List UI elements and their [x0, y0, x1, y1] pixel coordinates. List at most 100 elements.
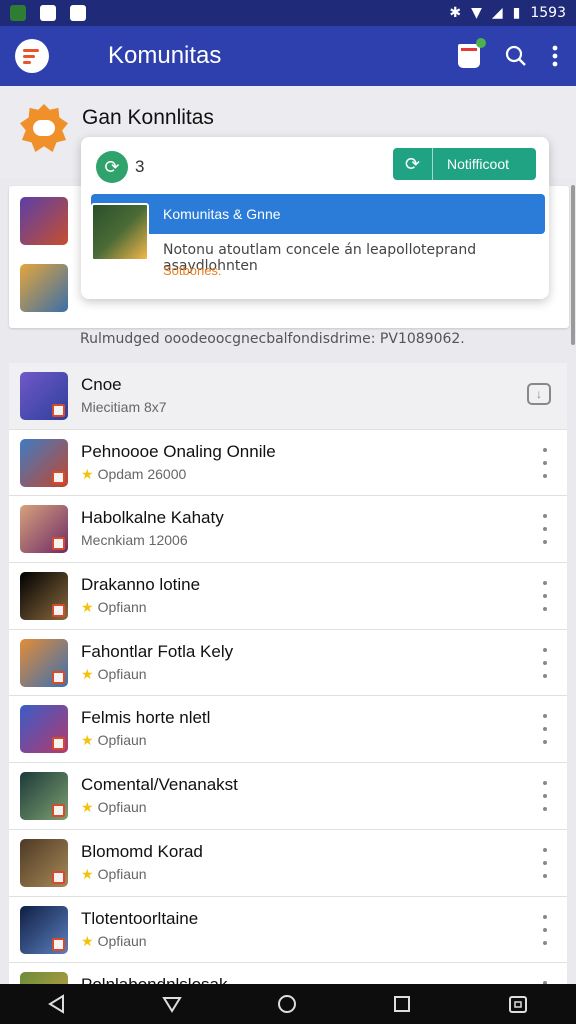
status-left	[10, 5, 86, 21]
status-right: ✱ ▼ ◢ ▮ 1593	[449, 5, 566, 21]
star-icon: ★	[81, 599, 94, 616]
app-logo-icon[interactable]	[15, 39, 49, 73]
back-icon[interactable]	[47, 994, 67, 1014]
star-icon: ★	[81, 932, 94, 949]
list-item-subtitle: ★ Opfiaun	[81, 799, 147, 816]
more-vert-icon[interactable]	[541, 647, 549, 678]
shop-icon[interactable]	[458, 38, 486, 68]
list-item-subtitle-text: Miecitiam 8x7	[81, 399, 167, 415]
list-item-subtitle: ★ Opfiaun	[81, 933, 147, 950]
app-notification-icon	[10, 5, 26, 21]
notification-button[interactable]: ⟳ Notifficoot	[393, 148, 536, 180]
list-item-subtitle-text: Opfiann	[97, 599, 147, 616]
star-icon: ★	[81, 865, 94, 882]
list-item-subtitle-text: Mecnkiam 12006	[81, 532, 188, 549]
more-vert-icon[interactable]	[541, 514, 549, 545]
game-thumbnail[interactable]	[20, 572, 68, 621]
more-vert-icon[interactable]	[541, 714, 549, 745]
more-vert-icon[interactable]	[541, 847, 549, 878]
game-thumbnail[interactable]	[20, 264, 68, 312]
game-thumbnail[interactable]	[20, 372, 68, 420]
app-bar: Komunitas	[0, 26, 576, 86]
star-icon: ★	[81, 799, 94, 816]
list-item-title: Comental/Venanakst	[81, 775, 238, 795]
list-item-title: Drakanno lotine	[81, 575, 201, 595]
list-item-subtitle-text: Opfiaun	[97, 799, 147, 816]
list-item-title: Pehnoooe Onaling Onnile	[81, 441, 276, 461]
community-popup: ⟳ 3 ⟳ Notifficoot Komunitas & Gnne Noton…	[81, 137, 549, 299]
more-vert-icon[interactable]	[541, 581, 549, 612]
popup-selected-row[interactable]: Komunitas & Gnne	[91, 194, 545, 234]
star-icon: ★	[81, 665, 94, 682]
game-thumbnail[interactable]	[20, 505, 68, 554]
download-icon[interactable]: ↓	[527, 383, 551, 405]
list-item[interactable]: Cnoe Miecitiam 8x7 ↓	[9, 363, 567, 430]
game-thumbnail[interactable]	[20, 197, 68, 245]
popup-avatar	[91, 203, 149, 261]
list-item[interactable]: Pehnoooe Onaling Onnile ★ Opdam 26000	[9, 429, 567, 497]
list-item[interactable]: Tlotentoorltaine ★ Opfiaun	[9, 896, 567, 964]
list-item[interactable]: Felmis horte nletl ★ Opfiaun	[9, 696, 567, 764]
wifi-icon: ▼	[471, 5, 482, 21]
list-item[interactable]: Comental/Venanakst ★ Opfiaun	[9, 763, 567, 830]
home-icon[interactable]	[276, 993, 298, 1015]
more-vert-icon[interactable]	[541, 447, 549, 478]
app-notification-icon	[40, 5, 56, 21]
game-thumbnail[interactable]	[20, 638, 68, 687]
list-item-title: Felmis horte nletl	[81, 708, 211, 728]
more-vert-icon[interactable]	[541, 914, 549, 945]
more-vert-icon[interactable]	[541, 781, 549, 812]
list-item[interactable]: Fahontlar Fotla Kely ★ Opfiaun	[9, 629, 567, 697]
scrollbar[interactable]	[571, 185, 575, 345]
popup-row-label: Komunitas & Gnne	[163, 206, 281, 222]
list-item-title: Tlotentoorltaine	[81, 908, 199, 928]
app-bar-actions	[458, 38, 558, 68]
recents-icon[interactable]	[392, 994, 412, 1014]
list-item-title: Fahontlar Fotla Kely	[81, 641, 234, 661]
member-note: Rulmudged ooodeoocgnecbalfondisdrime: PV…	[80, 331, 465, 347]
game-thumbnail[interactable]	[20, 705, 68, 754]
game-thumbnail[interactable]	[20, 772, 68, 821]
bluetooth-icon: ✱	[449, 5, 462, 21]
group-avatar[interactable]	[20, 104, 68, 152]
more-vert-icon[interactable]	[552, 45, 558, 67]
status-time: 1593	[530, 5, 566, 21]
list-item-subtitle: ★ Opdam 26000	[81, 466, 186, 483]
list-item-subtitle: Miecitiam 8x7	[81, 399, 167, 415]
list-item-subtitle: ★ Opfiaun	[81, 866, 147, 883]
app-notification-icon	[70, 5, 86, 21]
popup-link[interactable]: Sotbones:	[163, 263, 222, 278]
list-item-title: Blomomd Korad	[81, 841, 203, 861]
down-icon[interactable]	[161, 994, 182, 1014]
search-icon[interactable]	[504, 44, 528, 68]
list-item-subtitle: Mecnkiam 12006	[81, 532, 188, 548]
game-thumbnail[interactable]	[20, 838, 68, 887]
list-item-subtitle: ★ Opfiaun	[81, 732, 147, 749]
list-item-subtitle-text: Opfiaun	[97, 932, 147, 949]
game-list: Cnoe Miecitiam 8x7 ↓ Pehnoooe Onaling Onnil…	[9, 363, 567, 1024]
popup-count: 3	[135, 157, 145, 176]
list-item-subtitle-text: Opfiaun	[97, 665, 147, 682]
game-thumbnail[interactable]	[20, 438, 68, 487]
list-item[interactable]: Habolkalne Kahaty Mecnkiam 12006	[9, 496, 567, 564]
screenshot-icon[interactable]	[507, 993, 529, 1015]
refresh-icon: ⟳	[393, 148, 433, 180]
page-title: Komunitas	[108, 42, 222, 69]
list-item-subtitle-text: Opfiaun	[97, 865, 147, 882]
status-bar: ✱ ▼ ◢ ▮ 1593	[0, 0, 576, 26]
list-item-title: Cnoe	[81, 375, 122, 394]
list-item-subtitle-text: Opfiaun	[97, 732, 147, 749]
battery-icon: ▮	[512, 5, 521, 21]
group-name: Gan Konnlitas	[82, 106, 214, 129]
list-item-subtitle: ★ Opfiaun	[81, 666, 147, 683]
sync-icon[interactable]: ⟳	[96, 151, 128, 183]
list-item-subtitle-text: Opdam 26000	[97, 465, 187, 482]
list-item[interactable]: Drakanno lotine ★ Opfiann	[9, 563, 567, 630]
star-icon: ★	[81, 465, 94, 482]
list-item-title: Habolkalne Kahaty	[81, 508, 224, 528]
game-thumbnail[interactable]	[20, 905, 68, 954]
star-icon: ★	[81, 732, 94, 749]
list-item-subtitle: ★ Opfiann	[81, 599, 147, 616]
notification-button-label: Notifficoot	[447, 156, 509, 172]
list-item[interactable]: Blomomd Korad ★ Opfiaun	[9, 829, 567, 897]
